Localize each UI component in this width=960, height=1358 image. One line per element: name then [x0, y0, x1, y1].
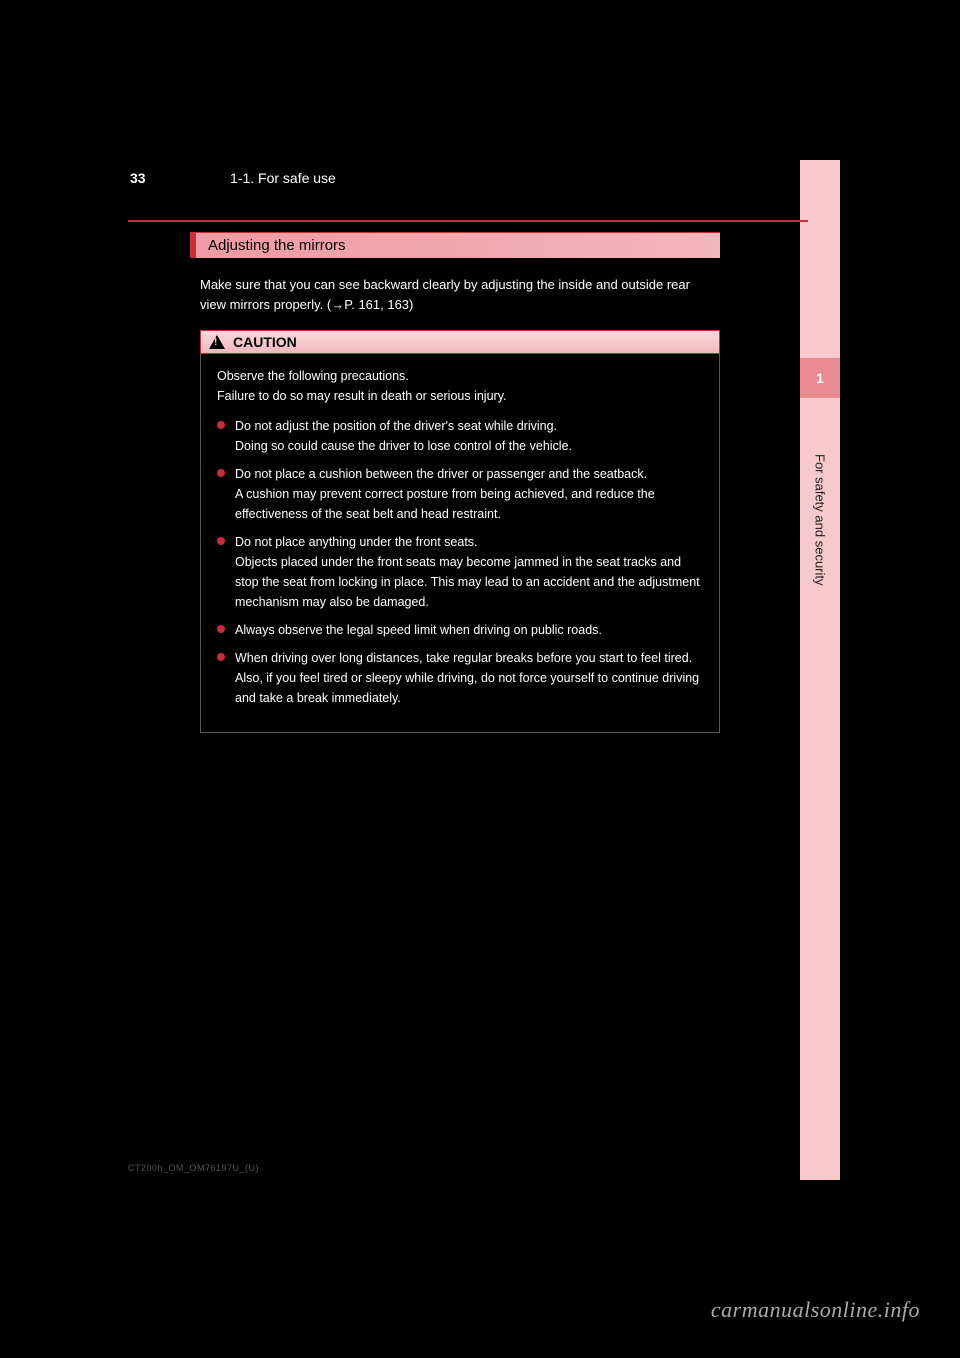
bullet-icon	[217, 421, 225, 429]
chapter-label: For safety and security	[813, 454, 828, 586]
breadcrumb: 1-1. For safe use	[230, 170, 336, 186]
caution-body: Observe the following precautions. Failu…	[200, 354, 720, 733]
chapter-label-container: For safety and security	[800, 420, 840, 620]
bullet-icon	[217, 653, 225, 661]
bullet-icon	[217, 469, 225, 477]
section-intro: Make sure that you can see backward clea…	[200, 275, 710, 314]
bullet-text: When driving over long distances, take r…	[235, 648, 703, 708]
bullet-text: Do not adjust the position of the driver…	[235, 416, 703, 456]
caution-label: CAUTION	[233, 334, 297, 350]
chapter-number-badge: 1	[800, 358, 840, 398]
chapter-number: 1	[816, 370, 824, 386]
caution-intro: Observe the following precautions. Failu…	[217, 366, 703, 406]
bullet-item: Do not place anything under the front se…	[217, 532, 703, 612]
bullet-text: Do not place a cushion between the drive…	[235, 464, 703, 524]
section-title: Adjusting the mirrors	[208, 237, 346, 254]
file-marker: CT200h_OM_OM76197U_(U)	[128, 1163, 259, 1173]
warning-icon	[209, 335, 225, 349]
bullet-text: Do not place anything under the front se…	[235, 532, 703, 612]
bullet-icon	[217, 537, 225, 545]
sidebar-tab	[800, 160, 840, 1180]
section-header: Adjusting the mirrors	[190, 232, 720, 258]
bullet-item: Always observe the legal speed limit whe…	[217, 620, 703, 640]
caution-box: CAUTION Observe the following precaution…	[200, 330, 720, 733]
bullet-text: Always observe the legal speed limit whe…	[235, 620, 703, 640]
page-number: 33	[130, 170, 146, 186]
caution-header: CAUTION	[200, 330, 720, 354]
bullet-icon	[217, 625, 225, 633]
bullet-item: Do not adjust the position of the driver…	[217, 416, 703, 456]
divider-line	[128, 220, 808, 222]
bullet-item: When driving over long distances, take r…	[217, 648, 703, 708]
watermark: carmanualsonline.info	[711, 1297, 920, 1323]
bullet-item: Do not place a cushion between the drive…	[217, 464, 703, 524]
